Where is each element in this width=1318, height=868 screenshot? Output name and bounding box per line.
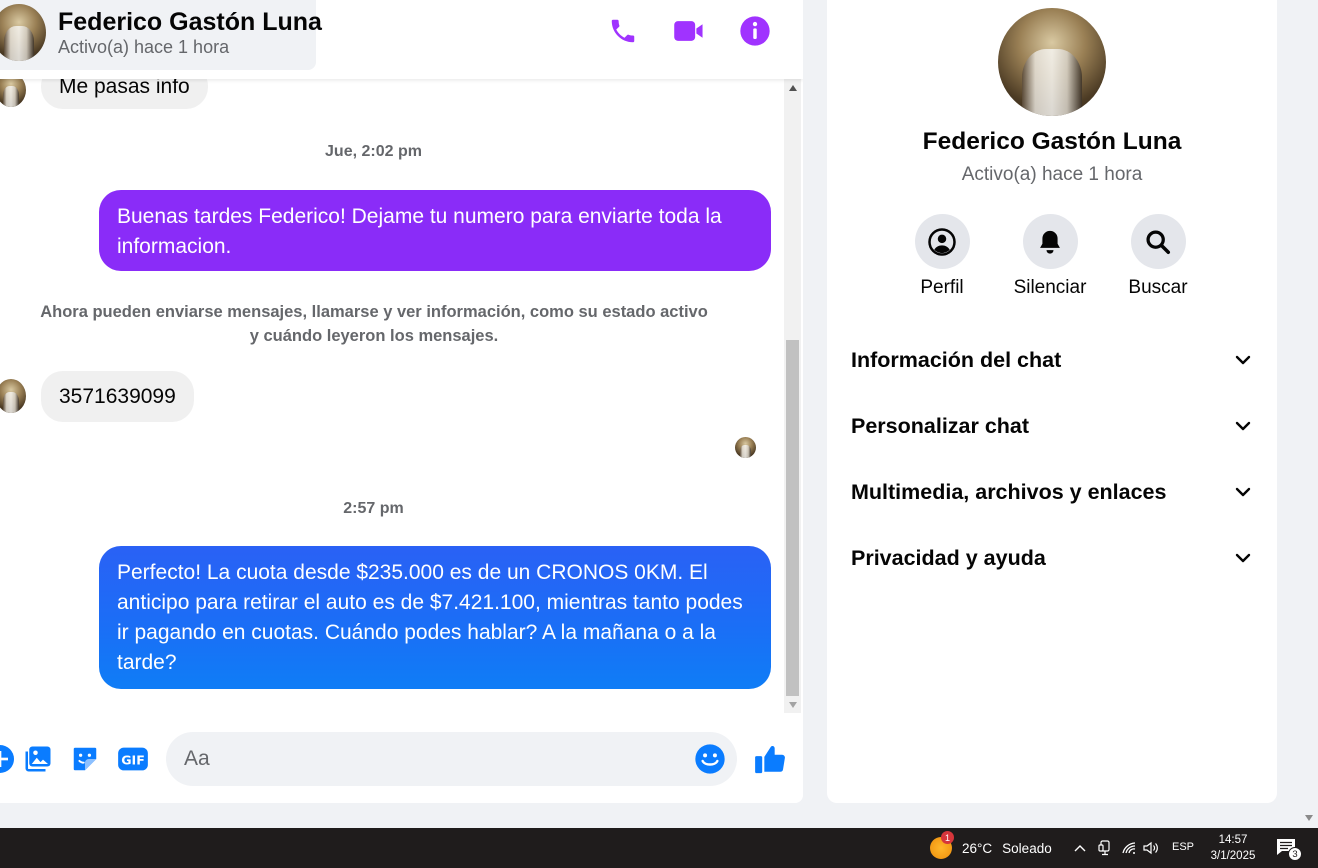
system-notice: Ahora pueden enviarse mensajes, llamarse… <box>40 303 708 345</box>
scrollbar-thumb[interactable] <box>786 340 799 696</box>
plus-circle-icon <box>0 745 14 773</box>
action-icon-circle <box>1130 214 1186 269</box>
weather-widget[interactable]: 1 26°C Soleado <box>930 831 1052 860</box>
section-title: Personalizar chat <box>851 413 1030 438</box>
video-camera-icon <box>674 21 703 41</box>
meet-icon <box>1098 840 1110 856</box>
message-text: 3571639099 <box>59 384 176 408</box>
contact-status: Activo(a) hace 1 hora <box>58 37 230 57</box>
meet-now-button[interactable] <box>1097 840 1113 856</box>
action-label: Perfil <box>920 277 964 298</box>
message-text: Perfecto! La cuota desde $235.000 es de … <box>117 561 743 674</box>
scroll-down-arrow[interactable] <box>784 696 801 713</box>
video-call-button[interactable] <box>672 14 706 48</box>
message-list[interactable]: Me pasas info Jue, 2:02 pm Buenas tardes… <box>0 79 785 713</box>
chevron-down-icon <box>1235 487 1251 497</box>
read-receipt-avatar <box>735 437 756 458</box>
media-files-links-section[interactable]: Multimedia, archivos y enlaces <box>841 462 1263 522</box>
svg-text:GIF: GIF <box>121 753 145 768</box>
page-scroll-down-arrow[interactable] <box>1302 811 1316 825</box>
sender-avatar[interactable] <box>0 79 26 107</box>
search-icon <box>1146 229 1171 254</box>
windows-taskbar: 1 26°C Soleado ESP 14:57 3/1/2025 3 <box>0 828 1318 868</box>
chevron-down-icon <box>1235 421 1251 431</box>
weather-condition: Soleado <box>1002 840 1052 856</box>
triangle-down-icon <box>788 701 797 708</box>
emoji-button[interactable] <box>694 743 726 775</box>
chevron-down-icon <box>1235 355 1251 365</box>
info-icon <box>740 16 770 46</box>
message-timestamp: Jue, 2:02 pm <box>325 143 422 160</box>
profile-photo[interactable] <box>998 8 1106 116</box>
more-actions-button[interactable] <box>0 743 16 775</box>
conversation-info-button[interactable] <box>738 14 772 48</box>
attach-photo-button[interactable] <box>22 743 54 775</box>
chevron-down-icon <box>1235 553 1251 563</box>
chat-panel: Federico Gastón Luna Activo(a) hace 1 ho… <box>0 0 803 803</box>
profile-icon <box>928 227 956 256</box>
send-like-button[interactable] <box>753 741 787 777</box>
privacy-help-section[interactable]: Privacidad y ayuda <box>841 528 1263 588</box>
phone-icon <box>611 19 635 43</box>
gif-button[interactable]: GIF <box>117 743 149 775</box>
section-title: Información del chat <box>851 347 1062 372</box>
photo-gallery-icon <box>25 746 51 772</box>
volume-button[interactable] <box>1143 840 1159 856</box>
message-scrollbar[interactable] <box>784 79 801 713</box>
smiley-icon <box>695 744 725 774</box>
incoming-message[interactable]: Me pasas info <box>41 79 208 109</box>
sun-icon: 1 <box>930 831 954 859</box>
chevron-up-icon <box>1074 845 1086 852</box>
sender-avatar[interactable] <box>0 379 26 413</box>
wifi-icon <box>1122 842 1136 854</box>
message-text: Buenas tardes Federico! Dejame tu numero… <box>117 205 722 258</box>
chat-info-section[interactable]: Información del chat <box>841 330 1263 390</box>
notification-center-button[interactable]: 3 <box>1276 838 1302 861</box>
contact-header-card[interactable]: Federico Gastón Luna Activo(a) hace 1 ho… <box>0 0 322 70</box>
action-label: Buscar <box>1128 277 1188 298</box>
clock-date: 3/1/2025 <box>1210 850 1256 862</box>
message-input[interactable] <box>184 732 684 786</box>
message-input-container[interactable] <box>166 732 737 786</box>
speaker-icon <box>1143 841 1158 855</box>
network-button[interactable] <box>1121 840 1137 856</box>
show-hidden-icons-button[interactable] <box>1072 840 1088 856</box>
message-text: Me pasas info <box>59 79 190 98</box>
contact-name[interactable]: Federico Gastón Luna <box>58 8 322 37</box>
message-timestamp: 2:57 pm <box>343 500 404 517</box>
search-action-button[interactable]: Buscar <box>1103 214 1213 299</box>
weather-temperature: 26°C <box>962 840 993 856</box>
incoming-message[interactable]: 3571639099 <box>41 371 194 422</box>
contact-avatar[interactable] <box>0 4 46 61</box>
sticker-icon <box>73 747 97 771</box>
voice-call-button[interactable] <box>606 14 640 48</box>
thumbs-up-icon <box>755 745 785 774</box>
triangle-up-icon <box>788 84 797 91</box>
outgoing-message[interactable]: Perfecto! La cuota desde $235.000 es de … <box>99 546 771 689</box>
clock-time: 14:57 <box>1218 834 1248 846</box>
scroll-up-arrow[interactable] <box>784 79 801 96</box>
customize-chat-section[interactable]: Personalizar chat <box>841 396 1263 456</box>
chat-header: Federico Gastón Luna Activo(a) hace 1 ho… <box>0 0 803 79</box>
triangle-down-icon <box>1305 815 1313 821</box>
bell-icon <box>1040 230 1060 254</box>
profile-action-button[interactable]: Perfil <box>887 214 997 299</box>
action-icon-circle <box>1022 214 1078 269</box>
input-language-indicator[interactable]: ESP <box>1172 841 1194 853</box>
clock[interactable]: 14:57 3/1/2025 <box>1200 832 1266 864</box>
mute-action-button[interactable]: Silenciar <box>995 214 1105 299</box>
gif-icon: GIF <box>118 747 148 771</box>
outgoing-message[interactable]: Buenas tardes Federico! Dejame tu numero… <box>99 190 771 271</box>
section-title: Multimedia, archivos y enlaces <box>851 479 1167 504</box>
notification-count-badge: 3 <box>1288 847 1302 861</box>
section-title: Privacidad y ayuda <box>851 545 1046 570</box>
sticker-button[interactable] <box>69 743 101 775</box>
profile-status: Activo(a) hace 1 hora <box>961 164 1143 185</box>
message-composer: GIF <box>0 713 803 803</box>
profile-name: Federico Gastón Luna <box>922 128 1182 155</box>
weather-alert-badge: 1 <box>941 831 954 844</box>
action-icon-circle <box>914 214 970 269</box>
action-label: Silenciar <box>1013 277 1087 298</box>
conversation-info-panel: Federico Gastón Luna Activo(a) hace 1 ho… <box>827 0 1277 803</box>
